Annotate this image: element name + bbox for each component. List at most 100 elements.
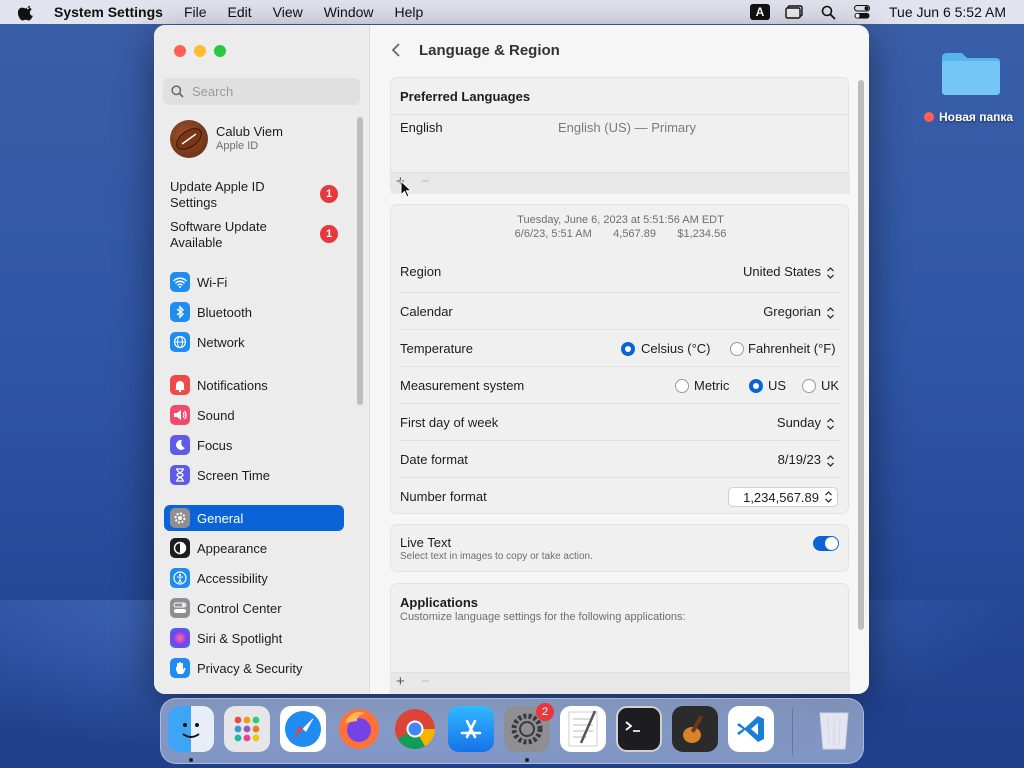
live-text-card: Live Text Select text in images to copy … [390,524,849,572]
textedit-icon[interactable] [560,706,606,752]
finder-icon[interactable] [168,706,214,752]
main-scrollbar[interactable] [858,80,864,630]
metric-radio[interactable] [675,379,689,393]
first-day-select[interactable]: Sunday [777,415,835,431]
format-preview: 6/6/23, 5:51 AM 4,567.89 $1,234.56 [391,228,850,240]
input-source-label: A [750,4,770,20]
sidebar-item-general[interactable]: General [164,505,344,531]
screen-mirroring-icon[interactable] [783,3,805,21]
wifi-icon [170,272,190,292]
sidebar-item-control-center[interactable]: Control Center [164,595,344,621]
menu-bar: System Settings File Edit View Window He… [0,0,1024,24]
running-indicator [525,758,529,762]
celsius-label[interactable]: Celsius (°C) [641,341,710,356]
menu-edit[interactable]: Edit [228,4,252,20]
account-name[interactable]: Calub Viem [216,124,283,139]
chevron-updown-icon [827,266,834,279]
back-button[interactable] [391,42,401,63]
us-radio[interactable] [749,379,763,393]
sidebar-item-notifications[interactable]: Notifications [164,372,344,398]
sidebar-item-privacy-security[interactable]: Privacy & Security [164,655,344,681]
measurement-label: Measurement system [400,378,525,393]
uk-radio[interactable] [802,379,816,393]
sidebar-item-network[interactable]: Network [164,329,344,355]
input-source-icon[interactable]: A [749,3,771,21]
chrome-icon[interactable] [392,706,438,752]
garageband-icon[interactable] [672,706,718,752]
uk-label[interactable]: UK [821,378,839,393]
add-application-button[interactable]: + [396,673,405,690]
dock: 2 [160,698,864,764]
live-text-toggle[interactable] [813,536,839,551]
sidebar-item-siri-spotlight[interactable]: Siri & Spotlight [164,625,344,651]
calendar-select[interactable]: Gregorian [763,304,835,320]
sidebar-item-wifi[interactable]: Wi-Fi [164,269,344,295]
language-name[interactable]: English [400,120,443,135]
remove-language-button[interactable]: − [421,173,430,190]
date-format-select[interactable]: 8/19/23 [778,452,835,468]
sidebar-item-label: General [197,510,244,526]
menu-file[interactable]: File [184,4,207,20]
firefox-icon[interactable] [336,706,382,752]
sidebar-item-sound[interactable]: Sound [164,402,344,428]
divider [400,403,841,404]
live-text-subtitle: Select text in images to copy or take ac… [400,551,593,562]
folder-icon[interactable] [940,50,1002,96]
applications-card: Applications Customize language settings… [390,583,850,694]
close-window-button[interactable] [174,45,186,57]
sidebar-item-screen-time[interactable]: Screen Time [164,462,344,488]
number-preview: 4,567.89 [613,228,656,240]
menu-help[interactable]: Help [395,4,424,20]
menu-view[interactable]: View [273,4,303,20]
apple-logo-icon[interactable] [18,3,36,21]
vscode-icon[interactable] [728,706,774,752]
menu-app-name[interactable]: System Settings [54,4,163,20]
region-select[interactable]: United States [743,264,835,280]
mouse-cursor-icon [400,180,412,198]
menubar-clock[interactable]: Tue Jun 6 5:52 AM [889,4,1006,20]
sidebar-item-label: Notifications [197,377,268,393]
sidebar-item-focus[interactable]: Focus [164,432,344,458]
date-format-label: Date format [400,452,468,467]
fahrenheit-label[interactable]: Fahrenheit (°F) [748,341,836,356]
sidebar-item-accessibility[interactable]: Accessibility [164,565,344,591]
hand-icon [170,658,190,678]
terminal-icon[interactable] [616,706,662,752]
number-format-select[interactable]: 1,234,567.89 [728,487,838,507]
sidebar-item-label: Network [197,334,245,350]
trash-icon[interactable] [811,706,857,752]
launchpad-icon[interactable] [224,706,270,752]
settings-badge: 2 [536,703,554,721]
search-placeholder: Search [192,84,234,99]
divider [400,292,841,293]
fahrenheit-radio[interactable] [730,342,744,356]
avatar[interactable] [170,120,208,158]
us-label[interactable]: US [768,378,786,393]
metric-label[interactable]: Metric [694,378,729,393]
hourglass-icon [170,465,190,485]
celsius-radio[interactable] [621,342,635,356]
sidebar-scrollbar[interactable] [357,117,363,405]
search-input[interactable]: Search [163,78,360,105]
app-store-icon[interactable] [448,706,494,752]
remove-application-button[interactable]: − [421,673,430,690]
divider [391,114,850,115]
minimize-window-button[interactable] [194,45,206,57]
sidebar-item-label: Bluetooth [197,304,252,320]
language-list-toolbar [391,172,850,194]
software-update-notice[interactable]: Software Update Available [170,219,310,251]
chevron-updown-icon [827,306,834,319]
desktop-folder-label[interactable]: Новая папка [924,110,1013,124]
safari-icon[interactable] [280,706,326,752]
spotlight-search-icon[interactable] [817,3,839,21]
sidebar-item-bluetooth[interactable]: Bluetooth [164,299,344,325]
chevron-left-icon [391,43,400,57]
page-title: Language & Region [419,42,560,59]
sidebar-item-label: Privacy & Security [197,660,303,676]
menu-window[interactable]: Window [324,4,374,20]
control-center-icon[interactable] [851,3,873,21]
region-value: United States [742,264,821,279]
sidebar-item-appearance[interactable]: Appearance [164,535,344,561]
update-apple-id-notice[interactable]: Update Apple ID Settings [170,179,310,211]
zoom-window-button[interactable] [214,45,226,57]
